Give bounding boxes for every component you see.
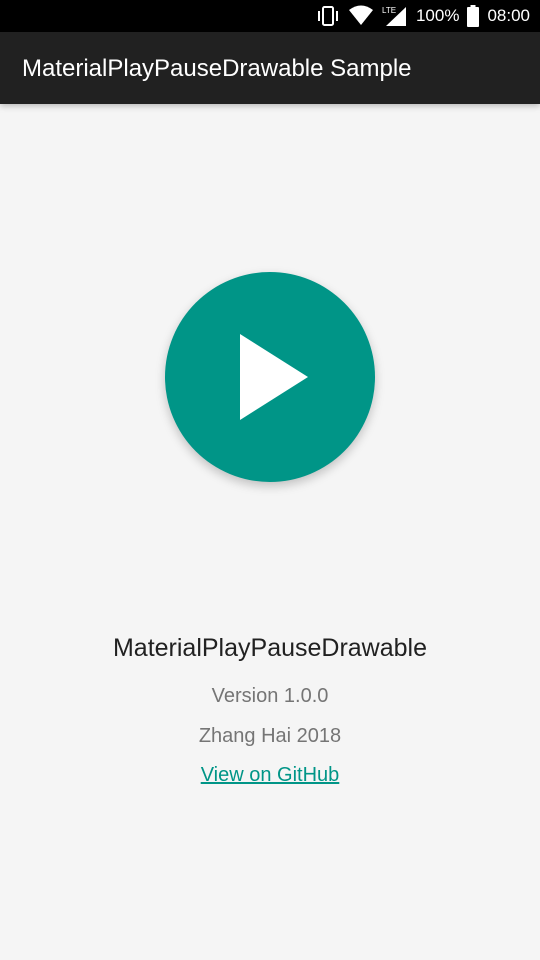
about-info: MaterialPlayPauseDrawable Version 1.0.0 … xyxy=(0,620,540,794)
github-link[interactable]: View on GitHub xyxy=(201,756,340,794)
wifi-icon xyxy=(348,5,374,27)
battery-icon xyxy=(467,5,480,27)
status-bar: LTE 100% 08:00 xyxy=(0,0,540,32)
library-name: MaterialPlayPauseDrawable xyxy=(112,634,428,662)
version-text: Version 1.0.0 xyxy=(211,685,329,707)
lte-signal-icon: LTE xyxy=(382,5,408,27)
status-icons: LTE 100% 08:00 xyxy=(316,0,530,32)
app-title: MaterialPlayPauseDrawable Sample xyxy=(22,55,412,82)
author-text: Zhang Hai 2018 xyxy=(198,725,342,747)
lte-label: LTE xyxy=(382,6,396,15)
app-bar: MaterialPlayPauseDrawable Sample xyxy=(0,32,540,104)
clock: 08:00 xyxy=(487,6,530,25)
battery-percent: 100% xyxy=(415,6,460,25)
play-pause-button[interactable] xyxy=(165,272,375,482)
play-icon xyxy=(240,334,308,420)
vibrate-icon xyxy=(316,5,340,27)
